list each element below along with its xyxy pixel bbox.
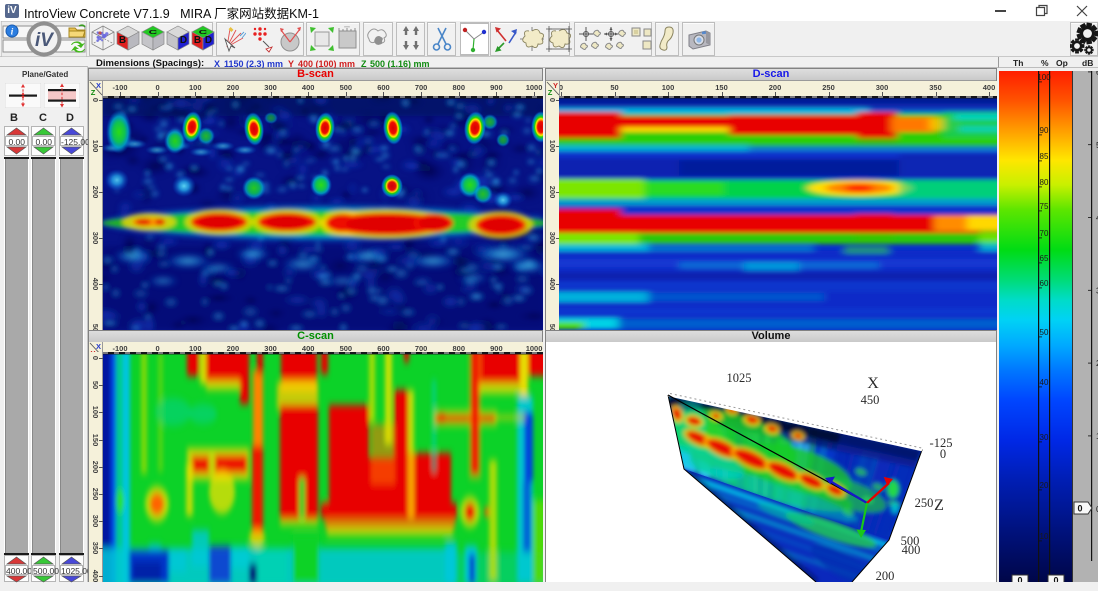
svg-text:B: B [119, 35, 126, 46]
svg-text:85: 85 [1040, 152, 1049, 161]
svg-text:mm: mm [345, 25, 350, 29]
svg-text:10: 10 [1040, 532, 1049, 541]
svg-text:65: 65 [1040, 254, 1049, 263]
svg-text:100: 100 [1037, 73, 1051, 82]
svg-text:X: X [867, 375, 879, 392]
svg-text:20: 20 [1040, 481, 1049, 490]
svg-text:75: 75 [1040, 202, 1049, 211]
svg-text:400: 400 [902, 543, 921, 557]
svg-text:40: 40 [1040, 378, 1049, 387]
svg-text:80: 80 [1040, 178, 1049, 187]
svg-text:200: 200 [876, 569, 895, 582]
svg-text:Z: Z [934, 497, 944, 514]
svg-text:D: D [180, 35, 187, 46]
svg-text:D: D [205, 35, 212, 46]
svg-text:60: 60 [1040, 279, 1049, 288]
svg-text:1025: 1025 [727, 371, 752, 385]
svg-text:B: B [194, 35, 201, 46]
svg-text:50: 50 [1040, 328, 1049, 337]
svg-text:0: 0 [1017, 576, 1022, 583]
svg-text:0: 0 [1077, 504, 1082, 514]
svg-text:0: 0 [940, 447, 946, 461]
svg-text:30: 30 [1040, 433, 1049, 442]
svg-text:90: 90 [1040, 126, 1049, 135]
svg-text:C: C [149, 29, 158, 35]
svg-text:0: 0 [1053, 576, 1058, 583]
svg-text:450: 450 [861, 393, 880, 407]
svg-text:iV: iV [35, 30, 54, 51]
svg-text:70: 70 [1040, 229, 1049, 238]
svg-text:250: 250 [915, 496, 934, 510]
